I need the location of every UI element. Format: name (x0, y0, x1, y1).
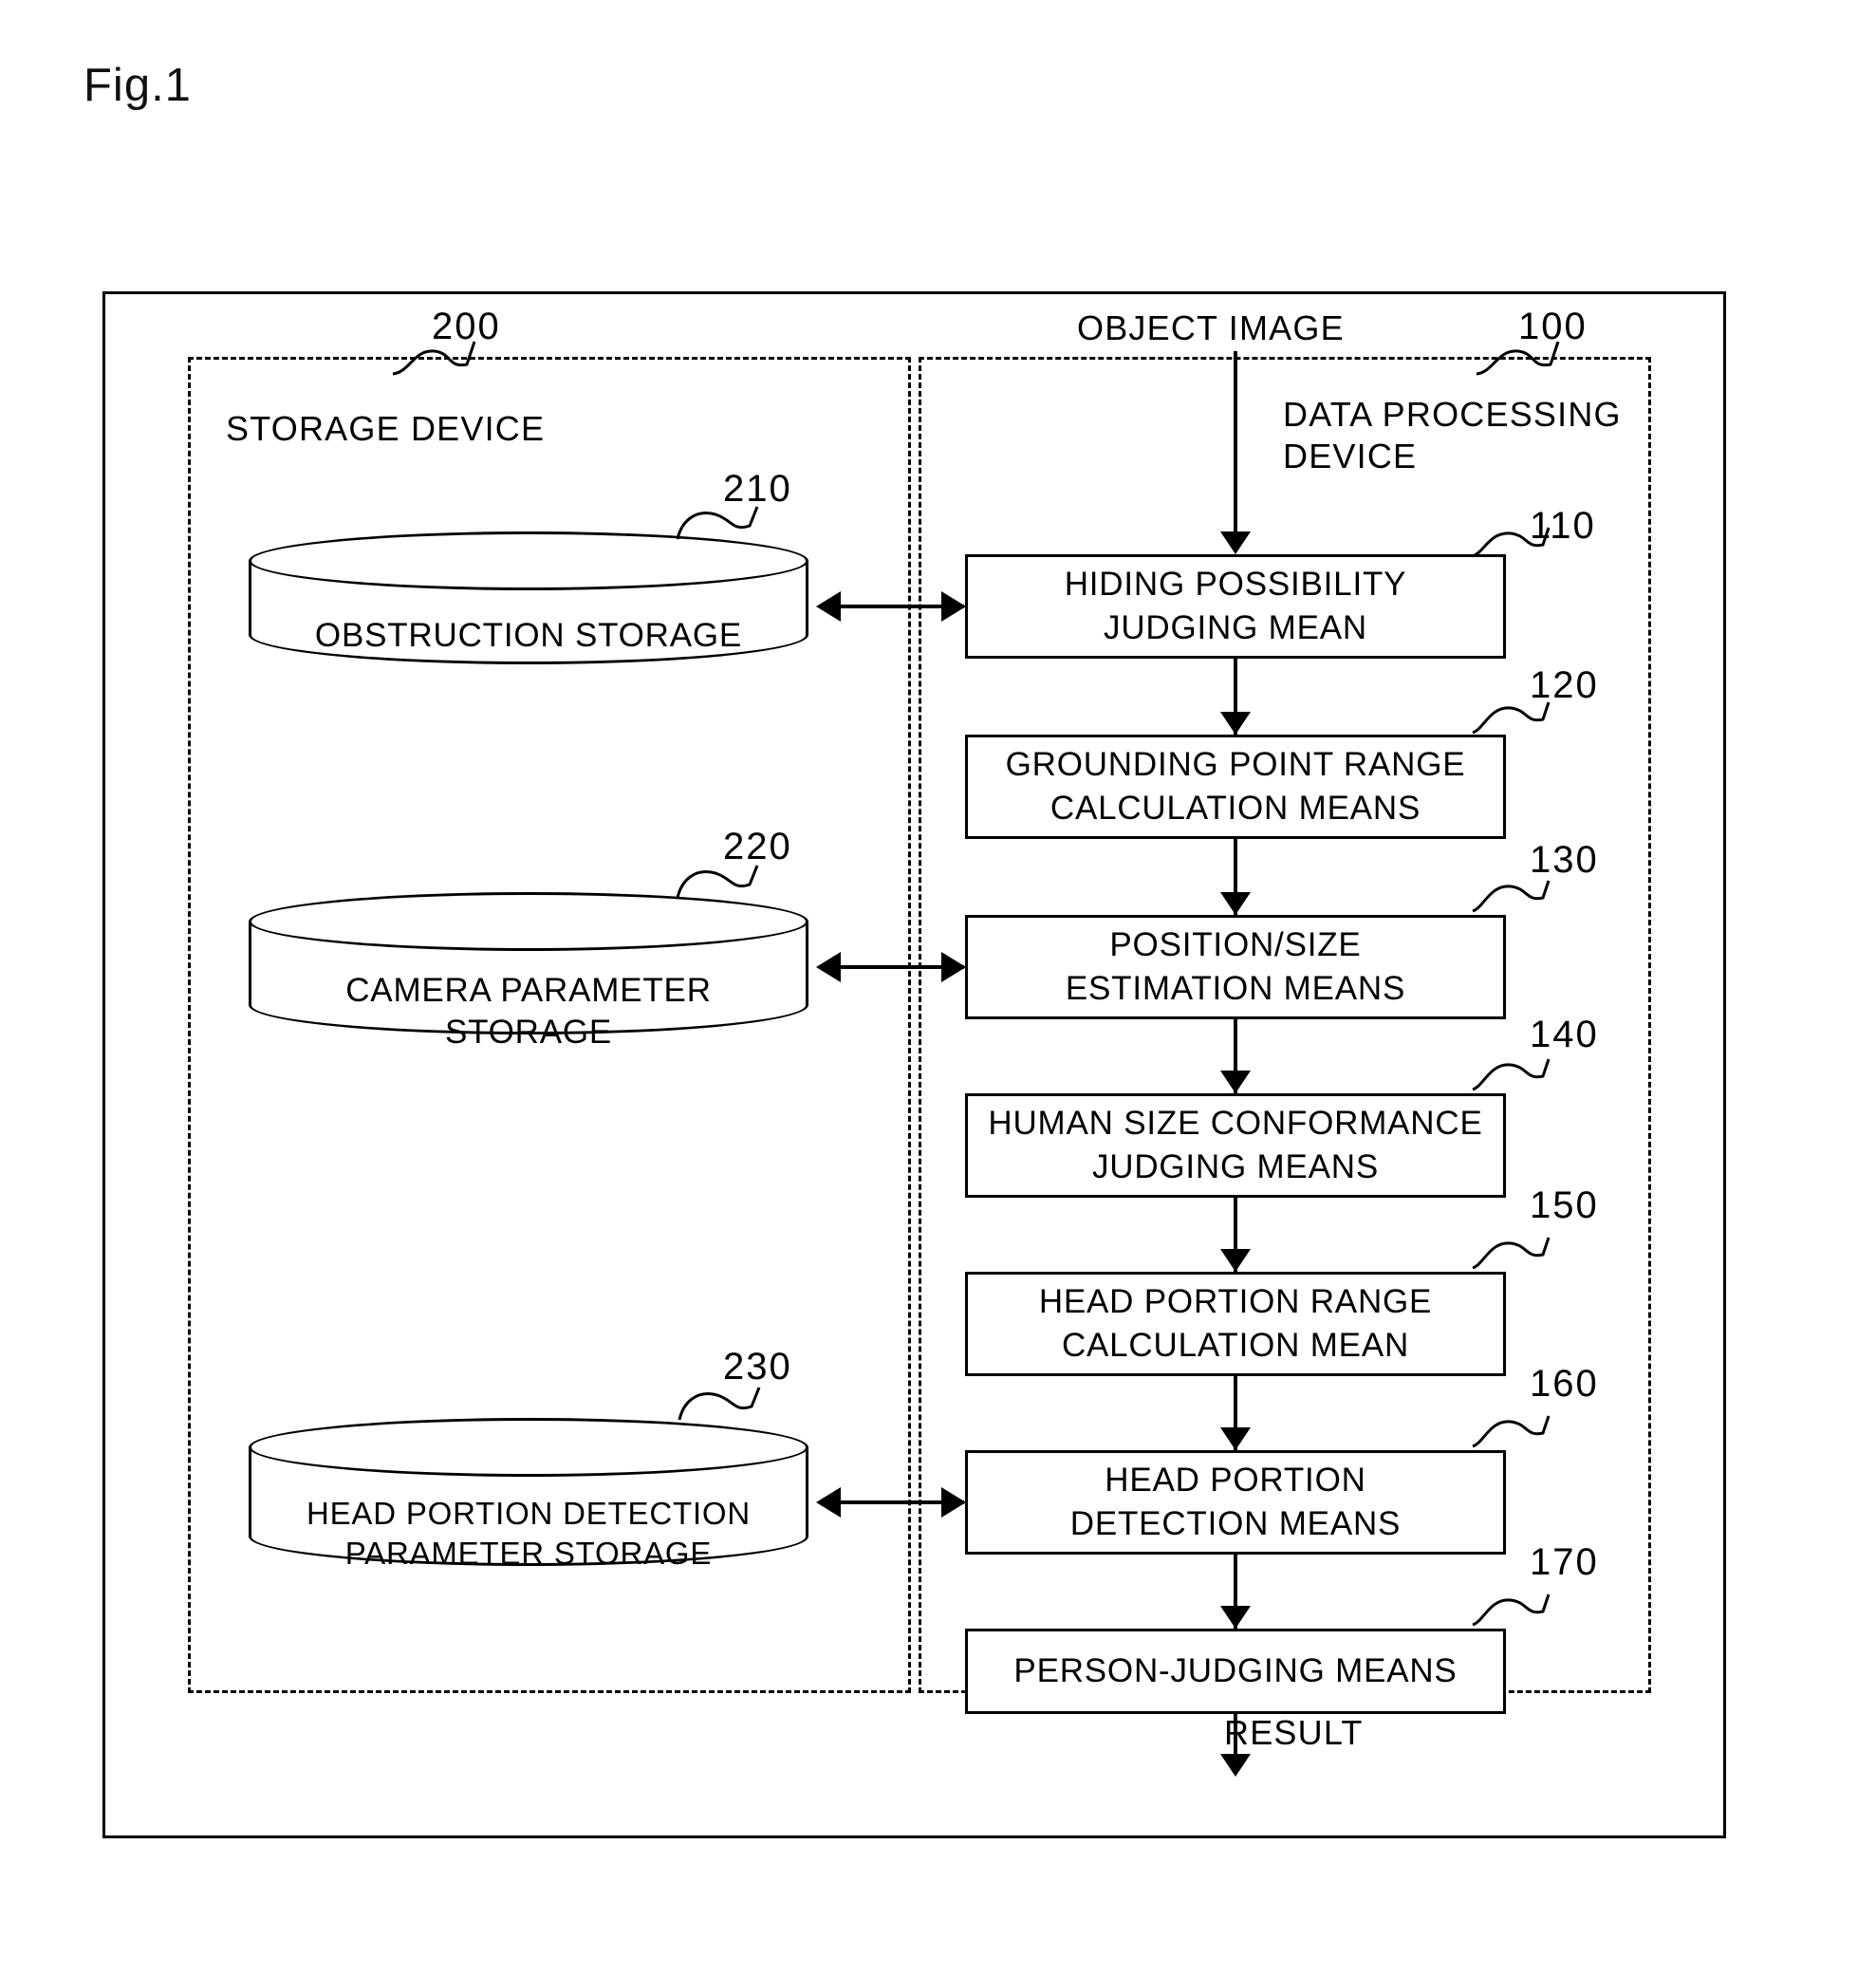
bidir-arrow-right-160 (941, 1487, 966, 1518)
process-box-label: HUMAN SIZE CONFORMANCE JUDGING MEANS (988, 1105, 1483, 1185)
figure-title: Fig.1 (84, 60, 192, 111)
leader-line-100 (1476, 341, 1560, 376)
leader-line-230 (678, 1387, 761, 1421)
ref-140: 140 (1530, 1014, 1599, 1055)
data-processing-device-label: DATA PROCESSING DEVICE (1283, 395, 1622, 475)
process-box-head-portion-detection-means[interactable]: HEAD PORTION DETECTION MEANS (965, 1450, 1506, 1555)
storage-cylinder-obstruction-storage[interactable]: OBSTRUCTION STORAGE (249, 531, 808, 664)
flow-arrow-150-160 (1220, 1427, 1251, 1450)
process-box-position-size-estimation-means[interactable]: POSITION/SIZE ESTIMATION MEANS (965, 915, 1506, 1019)
ref-170: 170 (1530, 1541, 1599, 1583)
bidir-arrow-right-130 (941, 952, 966, 982)
process-box-label: HEAD PORTION DETECTION MEANS (1069, 1462, 1402, 1542)
leader-line-130 (1472, 880, 1551, 913)
ref-230: 230 (723, 1346, 792, 1388)
cylinder-top-ellipse (249, 1418, 808, 1477)
flow-arrow-110-120 (1220, 712, 1251, 735)
storage-cylinder-label: CAMERA PARAMETER STORAGE (345, 972, 712, 1051)
leader-line-200 (392, 341, 476, 376)
result-label: RESULT (1224, 1713, 1364, 1752)
output-connector-arrow (1220, 1754, 1251, 1777)
ref-150: 150 (1530, 1184, 1599, 1226)
flow-arrow-160-170 (1220, 1606, 1251, 1629)
bidir-arrow-left-210 (816, 591, 841, 622)
bidir-arrow-left-230 (816, 1487, 841, 1518)
process-box-hiding-possibility-judging-mean[interactable]: HIDING POSSIBILITY JUDGING MEAN (965, 554, 1506, 659)
leader-line-210 (676, 506, 759, 540)
storage-cylinder-label: HEAD PORTION DETECTION PARAMETER STORAGE (306, 1496, 752, 1571)
flow-arrow-120-130 (1220, 892, 1251, 915)
ref-160: 160 (1530, 1363, 1599, 1405)
process-box-label: HEAD PORTION RANGE CALCULATION MEAN (1038, 1283, 1433, 1364)
leader-line-140 (1472, 1058, 1551, 1091)
ref-130: 130 (1530, 839, 1599, 881)
object-image-label: OBJECT IMAGE (1077, 308, 1345, 347)
process-box-person-judging-means[interactable]: PERSON-JUDGING MEANS (965, 1629, 1506, 1714)
flow-arrow-140-150 (1220, 1249, 1251, 1272)
leader-line-120 (1472, 701, 1551, 735)
storage-cylinder-camera-parameter-storage[interactable]: CAMERA PARAMETER STORAGE (249, 892, 808, 1051)
storage-device-label: STORAGE DEVICE (226, 409, 546, 448)
bidir-arrow-left-220 (816, 952, 841, 982)
leader-line-220 (676, 865, 759, 899)
storage-cylinder-label: OBSTRUCTION STORAGE (314, 617, 743, 654)
process-box-grounding-point-range-calculation-means[interactable]: GROUNDING POINT RANGE CALCULATION MEANS (965, 735, 1506, 839)
input-connector-arrow (1220, 531, 1251, 554)
leader-line-160 (1472, 1415, 1551, 1448)
process-box-head-portion-range-calculation-mean[interactable]: HEAD PORTION RANGE CALCULATION MEAN (965, 1272, 1506, 1376)
leader-line-150 (1472, 1237, 1551, 1270)
input-connector-line (1234, 351, 1237, 541)
flow-arrow-130-140 (1220, 1071, 1251, 1093)
process-box-label: GROUNDING POINT RANGE CALCULATION MEANS (1005, 746, 1466, 827)
process-box-label: HIDING POSSIBILITY JUDGING MEAN (1064, 566, 1407, 646)
process-box-label: PERSON-JUDGING MEANS (1013, 1652, 1458, 1689)
leader-line-170 (1472, 1593, 1551, 1627)
storage-cylinder-head-portion-detection-parameter-storage[interactable]: HEAD PORTION DETECTION PARAMETER STORAGE (249, 1418, 808, 1571)
bidir-arrow-right-110 (941, 591, 966, 622)
process-box-human-size-conformance-judging-means[interactable]: HUMAN SIZE CONFORMANCE JUDGING MEANS (965, 1093, 1506, 1198)
process-box-label: POSITION/SIZE ESTIMATION MEANS (1065, 926, 1406, 1007)
leader-line-110 (1472, 527, 1551, 558)
